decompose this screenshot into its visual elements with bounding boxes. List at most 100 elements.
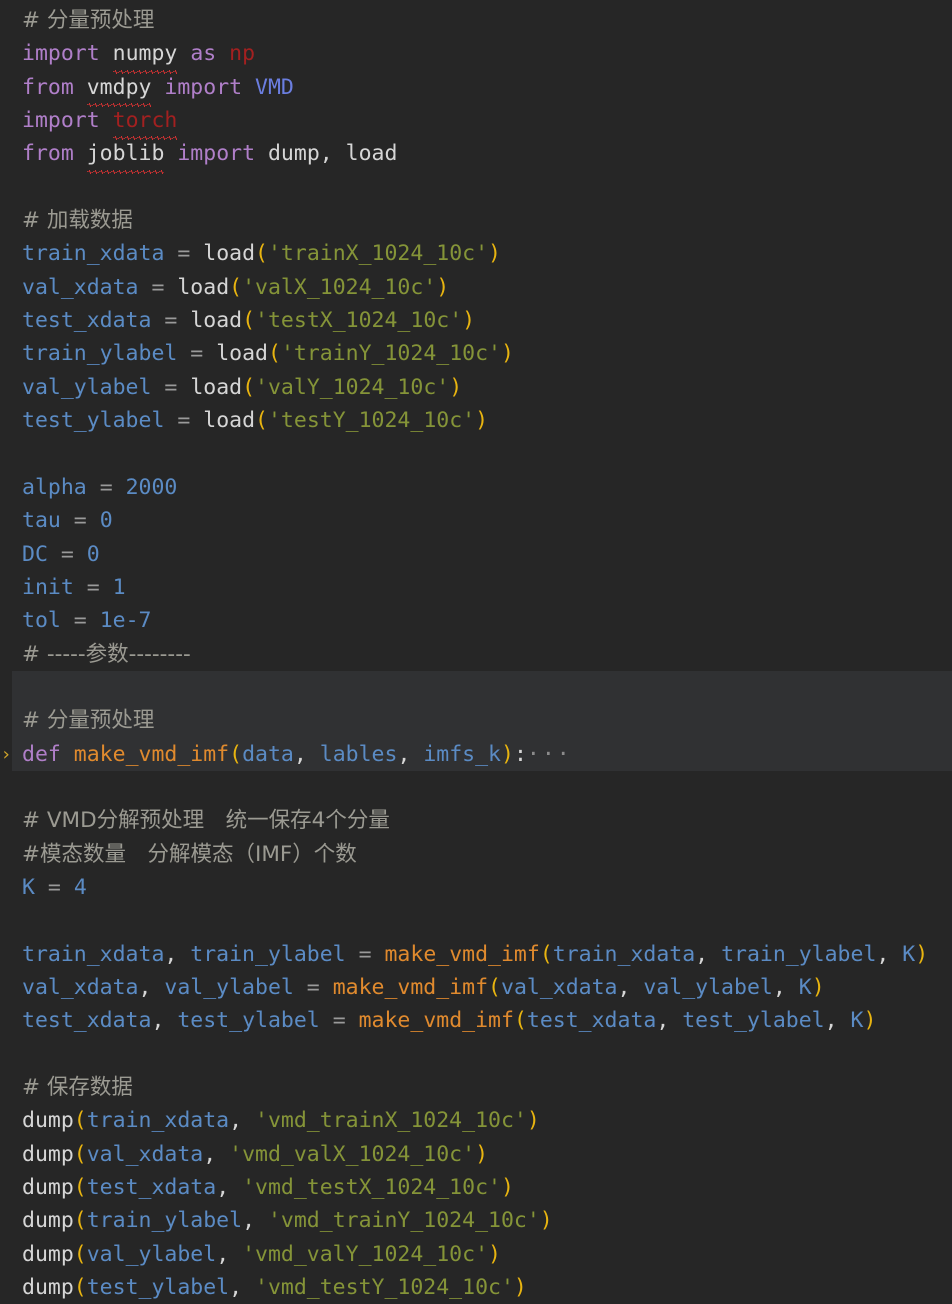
code-line[interactable]: dump(test_xdata, 'vmd_testX_1024_10c') xyxy=(0,1171,952,1204)
code-line[interactable]: #模态数量 分解模态（IMF）个数 xyxy=(0,838,952,871)
code-token-plain: dump xyxy=(22,1208,74,1234)
code-line[interactable]: test_xdata, test_ylabel = make_vmd_imf(t… xyxy=(0,1004,952,1037)
code-line[interactable]: # 加载数据 xyxy=(0,204,952,237)
code-line[interactable]: test_xdata = load('testX_1024_10c') xyxy=(0,304,952,337)
code-token-var: train_ylabel xyxy=(721,941,877,967)
code-token-paren: ( xyxy=(267,341,281,367)
fold-chevron-icon[interactable]: › xyxy=(0,738,12,771)
code-line[interactable]: dump(test_ylabel, 'vmd_testY_1024_10c') xyxy=(0,1271,952,1304)
code-line[interactable]: # 分量预处理 xyxy=(12,704,952,738)
code-token-punct: , xyxy=(151,1008,178,1034)
code-token-num: 1e-7 xyxy=(99,608,152,634)
code-line[interactable] xyxy=(12,670,952,705)
code-token-punct: , xyxy=(203,1141,230,1167)
code-line[interactable]: from vmdpy import VMD xyxy=(0,71,952,108)
code-line[interactable]: val_xdata = load('valX_1024_10c') xyxy=(0,271,952,304)
code-line[interactable]: import torch xyxy=(0,104,952,141)
code-token-op: = xyxy=(190,341,204,367)
code-token-paren: ( xyxy=(229,741,243,767)
code-token-op: = xyxy=(358,941,372,967)
code-line[interactable]: val_xdata, val_ylabel = make_vmd_imf(val… xyxy=(0,971,952,1004)
code-token-var: val_xdata xyxy=(22,974,139,1000)
code-token-var: train_xdata xyxy=(552,941,696,967)
code-token-var: train_ylabel xyxy=(86,1208,243,1234)
code-token-op: = xyxy=(151,274,165,300)
code-token-paren: ) xyxy=(501,341,514,367)
code-token-var: train_xdata xyxy=(86,1108,230,1134)
code-line[interactable]: init = 1 xyxy=(0,571,952,604)
code-token-comment: # 保存数据 xyxy=(22,1075,133,1100)
code-token-var: DC xyxy=(22,541,48,567)
code-token-paren: ) xyxy=(475,1141,489,1167)
code-token-str: 'trainX_1024_10c' xyxy=(267,241,489,267)
code-line[interactable]: # -----参数-------- xyxy=(0,638,952,671)
code-line[interactable]: from joblib import dump, load xyxy=(0,137,952,175)
code-line[interactable]: train_xdata, train_ylabel = make_vmd_imf… xyxy=(0,938,952,971)
code-line[interactable]: dump(val_xdata, 'vmd_valX_1024_10c') xyxy=(0,1138,952,1171)
code-lines-container[interactable]: # 分量预处理 import numpy as np from vmdpy impo… xyxy=(0,4,952,1304)
code-line[interactable]: val_ylabel = load('valY_1024_10c') xyxy=(0,371,952,404)
code-token-paren: ) xyxy=(488,241,501,267)
code-line[interactable]: # 保存数据 xyxy=(0,1071,952,1104)
code-token-str: 'valY_1024_10c' xyxy=(255,374,450,400)
code-token-op: = xyxy=(306,974,320,1000)
code-token-var: alpha xyxy=(22,474,87,500)
code-line[interactable]: test_ylabel = load('testY_1024_10c') xyxy=(0,404,952,437)
code-line[interactable]: train_ylabel = load('trainY_1024_10c') xyxy=(0,337,952,370)
code-token-op: = xyxy=(60,541,74,567)
code-token-punct: , xyxy=(216,1175,243,1201)
code-token-var: val_ylabel xyxy=(164,974,294,1000)
code-token-punct: , xyxy=(772,974,799,1000)
code-token-var: test_xdata xyxy=(22,308,152,334)
code-line[interactable] xyxy=(0,437,952,470)
code-line[interactable] xyxy=(0,771,952,804)
code-line[interactable]: dump(train_xdata, 'vmd_trainX_1024_10c') xyxy=(0,1104,952,1137)
code-editor-pane[interactable]: # 分量预处理 import numpy as np from vmdpy impo… xyxy=(0,0,952,1304)
code-line[interactable]: DC = 0 xyxy=(0,538,952,571)
code-line[interactable]: # 分量预处理 xyxy=(0,4,952,37)
code-line[interactable]: dump(train_ylabel, 'vmd_trainY_1024_10c'… xyxy=(0,1204,952,1237)
code-line[interactable] xyxy=(0,171,952,204)
code-line[interactable]: train_xdata = load('trainX_1024_10c') xyxy=(0,237,952,270)
code-token-plain: dump xyxy=(22,1141,74,1167)
code-token-var: data xyxy=(242,741,294,767)
code-line[interactable]: alpha = 2000 xyxy=(0,471,952,504)
code-token-var: tau xyxy=(22,508,61,534)
code-line[interactable]: › def make_vmd_imf(data, lables, imfs_k):… xyxy=(1,737,952,771)
code-token-punct: , xyxy=(216,1241,243,1267)
code-token-plain: load xyxy=(190,308,243,334)
code-token-plain: dump xyxy=(22,1108,74,1134)
code-token-plain: load xyxy=(203,241,256,267)
code-token-paren: ( xyxy=(73,1108,87,1134)
code-line[interactable]: # VMD分解预处理 统一保存4个分量 xyxy=(0,804,952,837)
code-token-comment: # 加载数据 xyxy=(22,208,133,234)
code-token-var: test_ylabel xyxy=(22,408,165,434)
code-line[interactable] xyxy=(0,904,952,937)
code-line[interactable]: K = 4 xyxy=(0,871,952,904)
code-token-num: 4 xyxy=(73,874,87,900)
code-token-var: test_ylabel xyxy=(177,1008,320,1034)
code-token-comment: #模态数量 分解模态（IMF）个数 xyxy=(22,841,357,867)
code-line[interactable]: dump(val_ylabel, 'vmd_valY_1024_10c') xyxy=(0,1238,952,1271)
code-token-paren: ( xyxy=(229,274,243,300)
code-line[interactable]: import numpy as np xyxy=(0,37,952,75)
code-token-paren: ) xyxy=(526,1108,540,1134)
code-token-paren: ) xyxy=(513,1275,527,1301)
code-line[interactable]: tau = 0 xyxy=(0,504,952,537)
code-line[interactable] xyxy=(0,1038,952,1071)
code-line[interactable]: tol = 1e-7 xyxy=(0,604,952,637)
code-token-kw: from xyxy=(22,141,74,167)
